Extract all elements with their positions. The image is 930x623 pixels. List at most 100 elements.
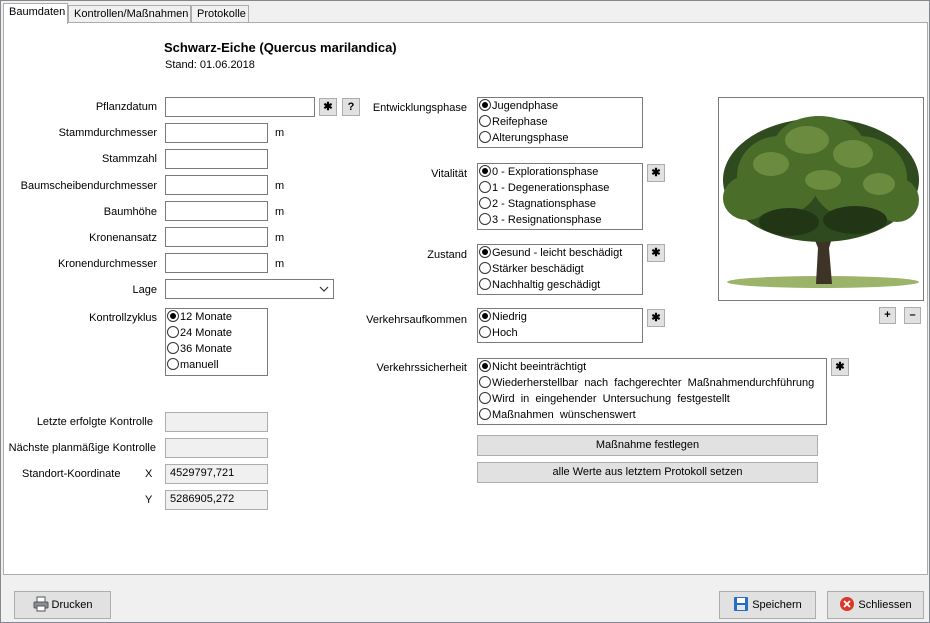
massnahme-festlegen-button[interactable]: Maßnahme festlegen	[477, 435, 818, 456]
tab-label: Baumdaten	[9, 6, 66, 18]
radio-icon	[479, 115, 491, 127]
verkehrssicherheit-option[interactable]: Wird in eingehender Untersuchung festges…	[479, 392, 730, 408]
tab-panel-baumdaten: Schwarz-Eiche (Quercus marilandica) Stan…	[3, 22, 928, 575]
verkehrsaufkommen-star-button[interactable]: ✱	[647, 309, 665, 327]
radio-icon	[479, 131, 491, 143]
kronenansatz-label: Kronenansatz	[89, 232, 157, 244]
vitalitaet-option[interactable]: 2 - Stagnationsphase	[479, 197, 596, 213]
radio-icon	[167, 310, 179, 322]
kontrollzyklus-option[interactable]: 24 Monate	[167, 326, 232, 342]
stammdurchmesser-unit: m	[275, 127, 285, 139]
tab-label: Protokolle	[197, 8, 246, 20]
alle-werte-setzen-button[interactable]: alle Werte aus letztem Protokoll setzen	[477, 462, 818, 483]
verkehrsaufkommen-option[interactable]: Niedrig	[479, 310, 527, 326]
drucken-button[interactable]: Drucken	[14, 591, 111, 619]
radio-icon	[479, 197, 491, 209]
vitalitaet-option[interactable]: 1 - Degenerationsphase	[479, 181, 609, 197]
zustand-option[interactable]: Gesund - leicht beschädigt	[479, 246, 622, 262]
radio-icon	[479, 392, 491, 404]
zoom-out-button[interactable]: –	[904, 307, 921, 324]
zustand-option-label: Stärker beschädigt	[492, 263, 584, 275]
kontrollzyklus-option-label: 36 Monate	[180, 343, 232, 355]
koordinate-x-field: 4529797,721	[165, 464, 268, 484]
schliessen-button[interactable]: Schliessen	[827, 591, 924, 619]
kontrollzyklus-option[interactable]: manuell	[167, 358, 219, 374]
baumscheibe-field[interactable]	[165, 175, 268, 195]
baumhoehe-unit: m	[275, 206, 285, 218]
tab-kontrollen-massnahmen[interactable]: Kontrollen/Maßnahmen	[68, 5, 191, 23]
speichern-button[interactable]: Speichern	[719, 591, 816, 619]
zustand-option[interactable]: Nachhaltig geschädigt	[479, 278, 600, 294]
entwicklungsphase-label: Entwicklungsphase	[372, 102, 467, 114]
vitalitaet-option[interactable]: 3 - Resignationsphase	[479, 213, 601, 229]
vitalitaet-star-button[interactable]: ✱	[647, 164, 665, 182]
pflanzdatum-field[interactable]	[165, 97, 315, 117]
kronendurchmesser-label: Kronendurchmesser	[57, 258, 157, 270]
vitalitaet-group: 0 - Explorationsphase 1 - Degenerationsp…	[477, 163, 643, 230]
verkehrssicherheit-group: Nicht beeinträchtigt Wiederherstellbar n…	[477, 358, 827, 425]
baumscheibe-label: Baumscheibendurchmesser	[20, 180, 157, 192]
stammdurchmesser-field[interactable]	[165, 123, 268, 143]
chevron-down-icon	[319, 286, 329, 292]
kontrollzyklus-option[interactable]: 12 Monate	[167, 310, 232, 326]
radio-icon	[479, 213, 491, 225]
baumhoehe-field[interactable]	[165, 201, 268, 221]
asterisk-icon: ✱	[323, 101, 333, 113]
entwicklungsphase-option-label: Reifephase	[492, 116, 548, 128]
verkehrsaufkommen-option-label: Hoch	[492, 327, 518, 339]
verkehrssicherheit-option-label: Wiederherstellbar nach fachgerechter Maß…	[492, 377, 815, 389]
radio-icon	[167, 326, 179, 338]
kronendurchmesser-field[interactable]	[165, 253, 268, 273]
entwicklungsphase-option[interactable]: Jugendphase	[479, 99, 558, 115]
kronendurchmesser-unit: m	[275, 258, 285, 270]
vitalitaet-option-label: 0 - Explorationsphase	[492, 166, 599, 178]
kontrollzyklus-group: 12 Monate 24 Monate 36 Monate manuell	[165, 308, 268, 376]
radio-icon	[167, 342, 179, 354]
naechste-kontrolle-field	[165, 438, 268, 458]
pflanzdatum-star-button[interactable]: ✱	[319, 98, 337, 116]
radio-icon	[479, 165, 491, 177]
radio-icon	[479, 376, 491, 388]
entwicklungsphase-option[interactable]: Reifephase	[479, 115, 548, 131]
letzte-kontrolle-field	[165, 412, 268, 432]
zoom-in-button[interactable]: +	[879, 307, 896, 324]
kontrollzyklus-option[interactable]: 36 Monate	[167, 342, 232, 358]
verkehrssicherheit-option[interactable]: Wiederherstellbar nach fachgerechter Maß…	[479, 376, 814, 392]
kontrollzyklus-option-label: 24 Monate	[180, 327, 232, 339]
tree-image	[718, 97, 924, 301]
verkehrssicherheit-star-button[interactable]: ✱	[831, 358, 849, 376]
lage-dropdown[interactable]	[165, 279, 334, 299]
save-icon	[734, 597, 749, 611]
stand-date: Stand: 01.06.2018	[165, 59, 255, 71]
stammdurchmesser-label: Stammdurchmesser	[58, 127, 157, 139]
printer-icon	[33, 596, 49, 612]
schliessen-label: Schliessen	[858, 599, 912, 611]
pflanzdatum-help-button[interactable]: ?	[342, 98, 360, 116]
radio-icon	[479, 99, 491, 111]
verkehrssicherheit-option[interactable]: Maßnahmen wünschenswert	[479, 408, 636, 424]
vitalitaet-option[interactable]: 0 - Explorationsphase	[479, 165, 598, 181]
tab-baumdaten[interactable]: Baumdaten	[3, 3, 68, 24]
tab-protokolle[interactable]: Protokolle	[191, 5, 249, 23]
minus-icon: –	[909, 309, 916, 321]
radio-icon	[479, 262, 491, 274]
kronenansatz-unit: m	[275, 232, 285, 244]
baumhoehe-label: Baumhöhe	[103, 206, 157, 218]
lage-label: Lage	[132, 284, 157, 296]
verkehrssicherheit-option[interactable]: Nicht beeinträchtigt	[479, 360, 586, 376]
massnahme-festlegen-label: Maßnahme festlegen	[595, 439, 700, 451]
tab-label: Kontrollen/Maßnahmen	[74, 8, 189, 20]
vitalitaet-label: Vitalität	[431, 168, 467, 180]
verkehrsaufkommen-label: Verkehrsaufkommen	[366, 314, 467, 326]
radio-icon	[479, 408, 491, 420]
verkehrsaufkommen-option[interactable]: Hoch	[479, 326, 518, 342]
kronenansatz-field[interactable]	[165, 227, 268, 247]
radio-icon	[479, 310, 491, 322]
letzte-kontrolle-label: Letzte erfolgte Kontrolle	[36, 416, 153, 428]
zustand-option[interactable]: Stärker beschädigt	[479, 262, 584, 278]
radio-icon	[479, 326, 491, 338]
stammzahl-field[interactable]	[165, 149, 268, 169]
zustand-star-button[interactable]: ✱	[647, 244, 665, 262]
zustand-label: Zustand	[427, 249, 467, 261]
entwicklungsphase-option[interactable]: Alterungsphase	[479, 131, 568, 147]
